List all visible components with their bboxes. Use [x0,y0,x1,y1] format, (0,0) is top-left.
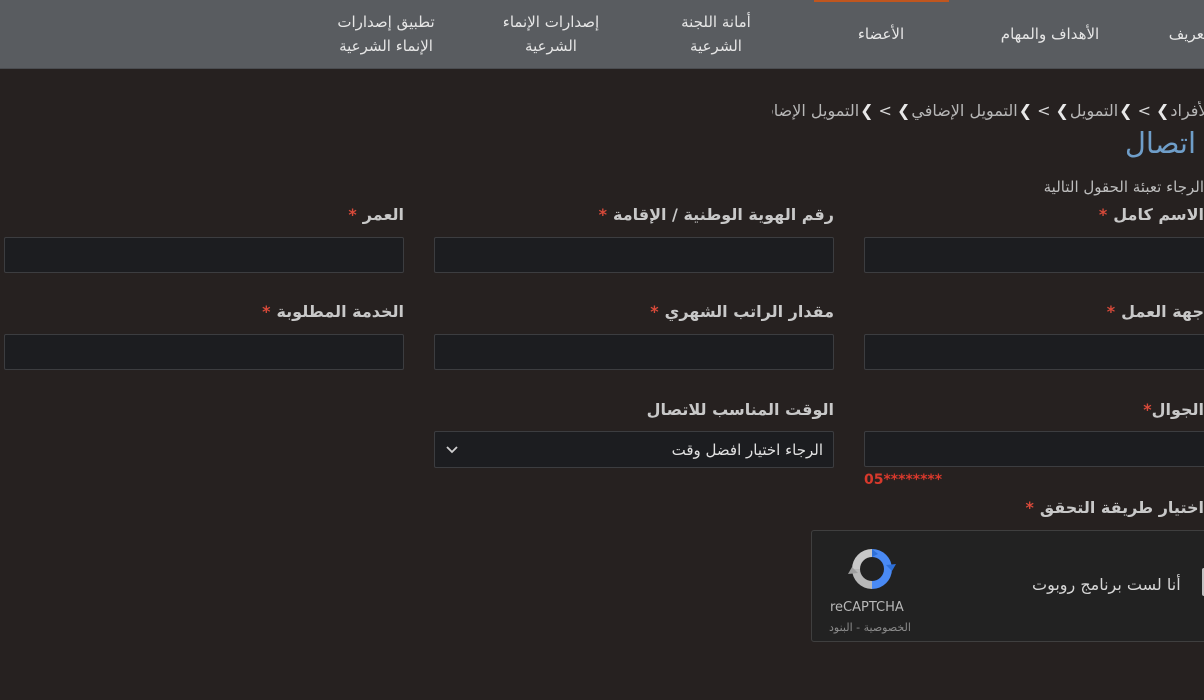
breadcrumb-item-individuals[interactable]: الأفراد [1170,101,1204,120]
chevron-left-icon: ❯ [1155,101,1170,120]
chevron-left-icon: ❯ [1055,101,1069,120]
mobile-label: الجوال* [864,400,1204,419]
breadcrumb: الأفراد❯>❯التمويل❯>❯التمويل الإضافي❯>❯ال… [772,101,1204,129]
recaptcha-brand: reCAPTCHA [830,600,904,615]
chevron-left-icon: ❯ [896,101,911,120]
national-id-input[interactable] [434,237,834,273]
breadcrumb-item-current: التمويل الإضافي [772,101,860,120]
required-mark: * [348,205,357,224]
breadcrumb-separator: > [1037,101,1051,120]
form-instructions: الرجاء تعبئة الحقول التالية [1043,178,1204,196]
label-text: اختيار طريقة التحقق [1039,498,1204,517]
required-mark: * [1025,498,1034,517]
age-label: العمر * [4,205,404,224]
label-text: الخدمة المطلوبة [276,302,404,321]
required-mark: * [598,205,607,224]
nav-item-label: تطبيق إصدارات الإنماء الشرعية [337,13,435,55]
nav-item-members[interactable]: الأعضاء [840,0,922,68]
label-text: مقدار الراتب الشهري [664,302,834,321]
nav-item-publications-app[interactable]: تطبيق إصدارات الإنماء الشرعية [322,0,450,68]
breadcrumb-separator: > [1137,101,1151,120]
label-text: رقم الهوية الوطنية / الإقامة [612,205,834,224]
age-input[interactable] [4,237,404,273]
mobile-input[interactable] [864,431,1204,467]
privacy-link[interactable]: الخصوصية [864,621,911,634]
link-separator: - [852,621,864,634]
label-text: الاسم كامل [1113,205,1204,224]
breadcrumb-item-financing[interactable]: التمويل [1070,101,1118,120]
breadcrumb-separator: > [878,101,892,120]
salary-label: مقدار الراتب الشهري * [434,302,834,321]
recaptcha-logo-icon [848,549,896,589]
chevron-down-icon [446,445,458,453]
service-input[interactable] [4,334,404,370]
nav-item-goals[interactable]: الأهداف والمهام [980,0,1120,68]
label-text: الوقت المناسب للاتصال [646,400,834,419]
label-text: العمر [362,205,404,224]
nav-item-about[interactable]: التعريف [1148,0,1204,68]
required-mark: * [1098,205,1108,224]
service-label: الخدمة المطلوبة * [4,302,404,321]
nav-item-label: التعريف [1168,25,1204,43]
terms-link[interactable]: البنود [829,621,853,634]
nav-item-label: الأهداف والمهام [1000,25,1100,43]
required-mark: * [1106,302,1116,321]
chevron-left-icon: ❯ [1018,101,1033,120]
contact-time-select[interactable]: الرجاء اختيار افضل وقت [434,431,834,468]
nav-item-label: إصدارات الإنماء الشرعية [502,13,600,55]
chevron-left-icon: ❯ [1119,101,1133,120]
required-mark: * [1143,400,1152,419]
nav-item-secretariat[interactable]: أمانة اللجنة الشرعية [660,0,772,68]
nav-item-label: الأعضاء [857,25,905,43]
label-text: جهة العمل [1121,302,1204,321]
breadcrumb-item-additional-financing[interactable]: التمويل الإضافي [911,101,1017,120]
full-name-label: الاسم كامل * [864,205,1204,224]
contact-time-label: الوقت المناسب للاتصال [434,400,834,419]
national-id-label: رقم الهوية الوطنية / الإقامة * [434,205,834,224]
required-mark: * [650,302,659,321]
top-navigation: التعريف الأهداف والمهام الأعضاء أمانة ال… [0,0,1204,69]
mobile-format-hint: 05******** [864,472,943,488]
label-text: الجوال [1151,400,1204,419]
employer-input[interactable] [864,334,1204,370]
page-title: اتصال [1124,126,1196,160]
recaptcha-widget: reCAPTCHA الخصوصية - البنود أنا لست برنا… [811,530,1204,642]
chevron-left-icon: ❯ [860,101,874,120]
contact-time-selected-value: الرجاء اختيار افضل وقت [671,440,823,459]
verification-label: اختيار طريقة التحقق * [864,498,1204,517]
full-name-input[interactable] [864,237,1204,273]
required-mark: * [262,302,271,321]
recaptcha-label: أنا لست برنامج روبوت [1032,575,1181,594]
nav-item-publications[interactable]: إصدارات الإنماء الشرعية [492,0,610,68]
recaptcha-links: الخصوصية - البنود [829,621,911,634]
employer-label: جهة العمل * [864,302,1204,321]
salary-input[interactable] [434,334,834,370]
nav-item-label: أمانة اللجنة الشرعية [681,13,751,55]
